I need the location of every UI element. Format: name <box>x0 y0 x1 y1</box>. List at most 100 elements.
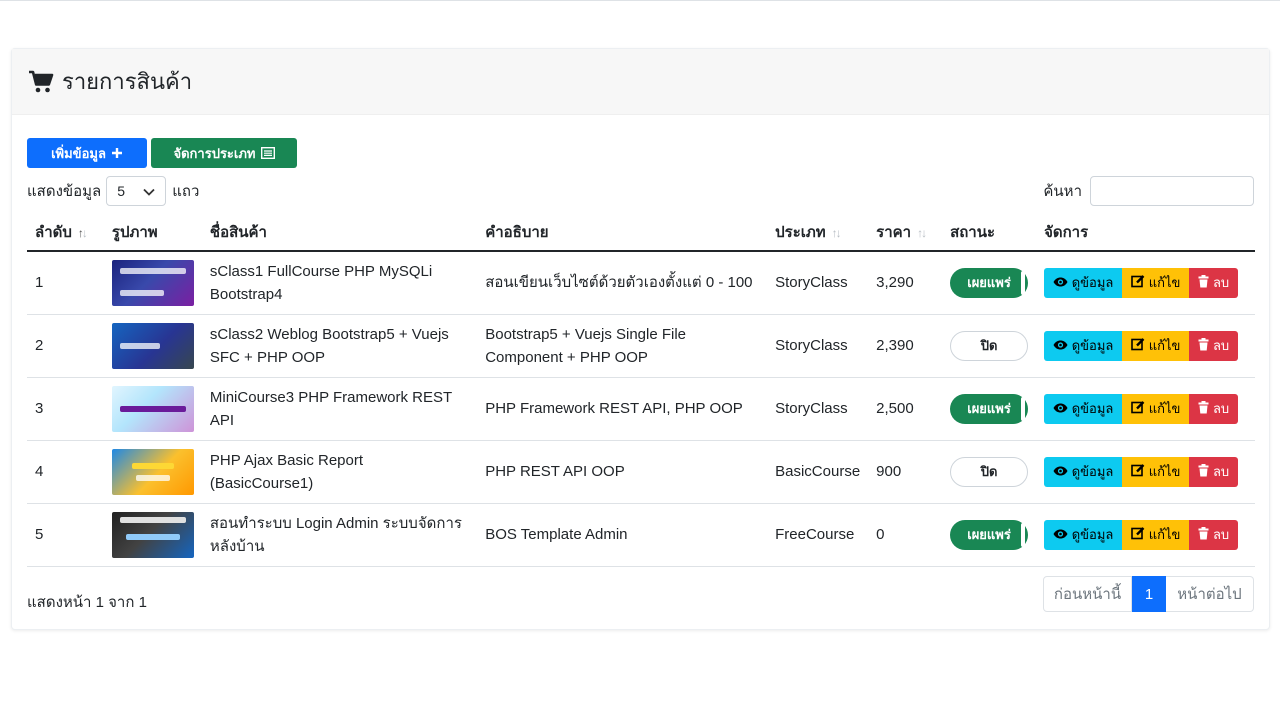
edit-icon <box>1130 463 1145 480</box>
page-title: รายการสินค้า <box>62 69 193 94</box>
search-box: ค้นหา <box>1043 176 1254 206</box>
search-label: ค้นหา <box>1043 183 1082 200</box>
column-image: รูปภาพ <box>103 214 202 252</box>
cell-price: 0 <box>868 503 943 567</box>
status-toggle[interactable]: เผยแพร่ <box>950 393 1029 424</box>
eye-icon <box>1053 527 1068 542</box>
column-status: สถานะ <box>942 214 1037 252</box>
edit-button[interactable]: แก้ไข <box>1122 456 1190 487</box>
length-menu: แสดงข้อมูล 5 แถว <box>27 176 199 206</box>
delete-button[interactable]: ลบ <box>1189 393 1239 424</box>
status-toggle[interactable]: เผยแพร่ <box>950 267 1029 298</box>
add-button[interactable]: เพิ่มข้อมูล <box>27 138 147 168</box>
product-thumbnail <box>111 322 194 369</box>
cell-description: PHP Framework REST API, PHP OOP <box>477 377 768 441</box>
column-type[interactable]: ประเภท ↑↓ <box>767 214 869 252</box>
cell-description: PHP REST API OOP <box>477 440 768 504</box>
product-thumbnail <box>111 448 194 495</box>
eye-icon <box>1053 464 1068 479</box>
cell-description: สอนเขียนเว็บไซต์ด้วยตัวเองตั้งแต่ 0 - 10… <box>477 251 768 315</box>
product-thumbnail <box>111 511 194 558</box>
column-name[interactable]: ชื่อสินค้า <box>201 214 478 252</box>
search-input[interactable] <box>1090 176 1254 206</box>
product-thumbnail <box>111 259 194 306</box>
next-page-button[interactable]: หน้าต่อไป <box>1166 576 1254 612</box>
length-prefix: แสดงข้อมูล <box>27 183 102 200</box>
view-button[interactable]: ดูข้อมูล <box>1044 267 1123 298</box>
table-row: 1 sClass1 FullCourse PHP MySQLi Bootstra… <box>27 251 1255 315</box>
cell-no: 4 <box>27 440 104 504</box>
edit-button[interactable]: แก้ไข <box>1122 267 1190 298</box>
column-description[interactable]: คำอธิบาย <box>477 214 768 252</box>
cell-no: 2 <box>27 314 104 378</box>
cell-price: 3,290 <box>868 251 943 315</box>
delete-button[interactable]: ลบ <box>1189 456 1239 487</box>
cell-no: 3 <box>27 377 104 441</box>
status-toggle[interactable]: เผยแพร่ <box>950 519 1029 550</box>
previous-page-button[interactable]: ก่อนหน้านี้ <box>1043 576 1132 612</box>
status-toggle[interactable]: ปิด <box>950 456 1029 487</box>
sort-icon: ↑↓ <box>77 226 88 240</box>
edit-icon <box>1130 400 1145 417</box>
table-row: 5 สอนทำระบบ Login Admin ระบบจัดการหลังบ้… <box>27 503 1255 567</box>
column-no[interactable]: ลำดับ ↑↓ <box>27 214 104 252</box>
cell-no: 1 <box>27 251 104 315</box>
product-table: ลำดับ ↑↓ รูปภาพ ชื่อสินค้า คำอธิบาย ประเภ… <box>27 214 1255 567</box>
cell-type: StoryClass <box>767 314 869 378</box>
product-card: รายการสินค้า เพิ่มข้อมูล จัดการประเภท แส… <box>11 48 1270 630</box>
table-header-row: ลำดับ ↑↓ รูปภาพ ชื่อสินค้า คำอธิบาย ประเภ… <box>27 214 1255 252</box>
product-thumbnail <box>111 385 194 432</box>
cell-description: Bootstrap5 + Vuejs Single File Component… <box>477 314 768 378</box>
edit-button[interactable]: แก้ไข <box>1122 393 1190 424</box>
cell-name: PHP Ajax Basic Report (BasicCourse1) <box>201 440 478 504</box>
cell-name: sClass2 Weblog Bootstrap5 + Vuejs SFC + … <box>201 314 478 378</box>
delete-button[interactable]: ลบ <box>1189 519 1239 550</box>
view-button[interactable]: ดูข้อมูล <box>1044 456 1123 487</box>
table-row: 4 PHP Ajax Basic Report (BasicCourse1) P… <box>27 440 1255 504</box>
page-length-select[interactable]: 5 <box>106 176 167 206</box>
trash-icon <box>1198 463 1209 480</box>
cell-description: BOS Template Admin <box>477 503 768 567</box>
toolbar: เพิ่มข้อมูล จัดการประเภท <box>27 138 297 168</box>
view-button[interactable]: ดูข้อมูล <box>1044 330 1123 361</box>
cell-name: MiniCourse3 PHP Framework REST API <box>201 377 478 441</box>
cell-price: 900 <box>868 440 943 504</box>
view-button[interactable]: ดูข้อมูล <box>1044 519 1123 550</box>
pagination: ก่อนหน้านี้ 1 หน้าต่อไป <box>1043 576 1254 612</box>
cell-name: sClass1 FullCourse PHP MySQLi Bootstrap4 <box>201 251 478 315</box>
cell-price: 2,500 <box>868 377 943 441</box>
manage-category-button[interactable]: จัดการประเภท <box>151 138 297 168</box>
status-toggle[interactable]: ปิด <box>950 330 1029 361</box>
cell-no: 5 <box>27 503 104 567</box>
table-row: 3 MiniCourse3 PHP Framework REST API PHP… <box>27 377 1255 441</box>
edit-icon <box>1130 337 1145 354</box>
cell-name: สอนทำระบบ Login Admin ระบบจัดการหลังบ้าน <box>201 503 478 567</box>
cell-price: 2,390 <box>868 314 943 378</box>
edit-icon <box>1130 274 1145 291</box>
sort-icon: ↑↓ <box>831 226 842 240</box>
page-length-value: 5 <box>117 183 126 199</box>
edit-button[interactable]: แก้ไข <box>1122 519 1190 550</box>
cell-type: StoryClass <box>767 251 869 315</box>
view-button[interactable]: ดูข้อมูล <box>1044 393 1123 424</box>
table-row: 2 sClass2 Weblog Bootstrap5 + Vuejs SFC … <box>27 314 1255 378</box>
chevron-down-icon <box>143 183 155 199</box>
edit-button[interactable]: แก้ไข <box>1122 330 1190 361</box>
plus-icon <box>111 147 123 159</box>
cell-type: FreeCourse <box>767 503 869 567</box>
cell-type: BasicCourse <box>767 440 869 504</box>
cart-icon <box>28 70 54 94</box>
column-price[interactable]: ราคา ↑↓ <box>868 214 943 252</box>
eye-icon <box>1053 338 1068 353</box>
edit-icon <box>1130 526 1145 543</box>
trash-icon <box>1198 400 1209 417</box>
cell-type: StoryClass <box>767 377 869 441</box>
sort-icon: ↑↓ <box>917 226 927 240</box>
trash-icon <box>1198 337 1209 354</box>
trash-icon <box>1198 526 1209 543</box>
column-actions: จัดการ <box>1036 214 1255 252</box>
page-1-button[interactable]: 1 <box>1132 576 1166 612</box>
delete-button[interactable]: ลบ <box>1189 330 1239 361</box>
pagination-info: แสดงหน้า 1 จาก 1 <box>27 594 147 611</box>
delete-button[interactable]: ลบ <box>1189 267 1239 298</box>
